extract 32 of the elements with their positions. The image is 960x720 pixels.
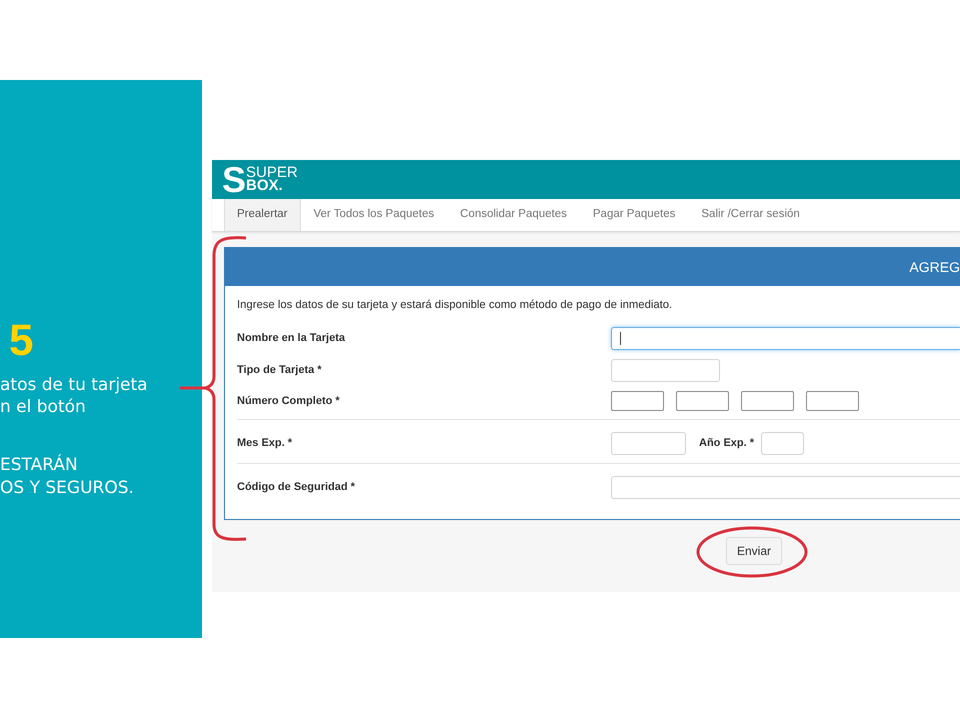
input-field[interactable] xyxy=(676,391,729,411)
instruction-text: atos de tu tarjeta xyxy=(0,374,148,396)
nav-tab[interactable]: Prealertar xyxy=(224,199,300,231)
input-field[interactable] xyxy=(611,476,960,499)
input-field[interactable] xyxy=(611,391,664,411)
field-label: Nombre en la Tarjeta xyxy=(237,331,346,346)
instruction-text: n el botón xyxy=(0,396,86,418)
nav-tab[interactable]: Ver Todos los Paquetes xyxy=(300,199,448,231)
field-label: Tipo de Tarjeta * xyxy=(237,363,323,378)
input-field[interactable] xyxy=(806,391,859,411)
input-field[interactable] xyxy=(611,432,686,455)
logo-mark: S xyxy=(222,162,246,198)
nav-tab[interactable]: Pagar Paquetes xyxy=(580,199,688,231)
field-label: Mes Exp. * xyxy=(237,436,294,452)
logo-text: BOX. xyxy=(246,179,283,193)
field-label: Número Completo * xyxy=(237,394,341,409)
field-label: Año Exp. * xyxy=(699,436,754,452)
field-label: Código de Seguridad * xyxy=(237,480,356,496)
note-text: ESTARÁN xyxy=(0,454,78,477)
text-cursor xyxy=(620,332,621,345)
step-number: 5 xyxy=(9,316,34,366)
intro-text: Ingrese los datos de su tarjeta y estará disponible como método de pago de inmediato. xyxy=(237,298,674,313)
logo-text: SUPER xyxy=(246,166,298,179)
panel-title: AGREG xyxy=(909,258,960,276)
submit-button[interactable]: Enviar xyxy=(726,537,782,565)
input-field[interactable] xyxy=(611,327,960,350)
input-field[interactable] xyxy=(761,432,804,455)
nav-tab[interactable]: Consolidar Paquetes xyxy=(447,199,580,231)
note-text: OS Y SEGUROS. xyxy=(0,477,134,500)
input-field[interactable] xyxy=(741,391,794,411)
nav-tab[interactable]: Salir /Cerrar sesión xyxy=(688,199,813,231)
input-field[interactable] xyxy=(611,359,720,382)
